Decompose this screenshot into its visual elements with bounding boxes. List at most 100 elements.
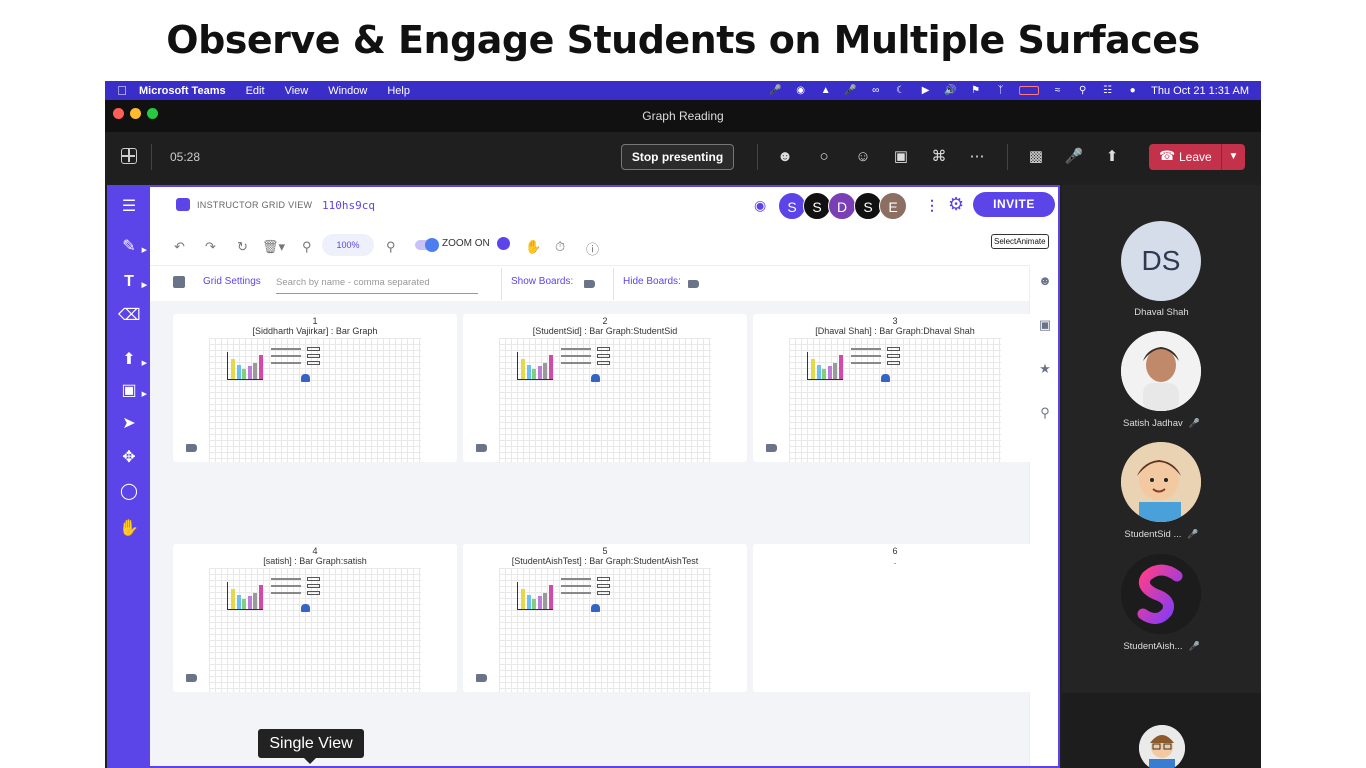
rooms-icon[interactable]: ▣ <box>891 147 911 167</box>
eraser-icon[interactable]: ⌫ <box>118 305 141 327</box>
avatar[interactable]: DS <box>1121 221 1201 301</box>
chevron-down-icon[interactable]: ▼ <box>1221 144 1245 170</box>
board-card[interactable]: 2 [StudentSid] : Bar Graph:StudentSid <box>463 314 747 462</box>
raise-hand-icon[interactable]: ✋ <box>525 239 541 255</box>
mic-muted-icon[interactable]: 🎤 <box>844 85 857 96</box>
grid-settings-icon[interactable] <box>173 276 185 288</box>
zoom-toggle[interactable] <box>415 238 439 252</box>
more-options-icon[interactable]: ⋯ <box>967 147 987 167</box>
shapes-icon[interactable]: ▣ <box>1037 317 1053 333</box>
layout-grid-icon[interactable] <box>121 148 137 164</box>
people-icon[interactable]: ☻ <box>775 147 795 167</box>
refresh-icon[interactable]: ↻ <box>237 239 248 255</box>
moon-icon[interactable]: ☾ <box>894 85 907 96</box>
menu-window[interactable]: Window <box>328 85 367 97</box>
board-card[interactable]: 4 [satish] : Bar Graph:satish <box>173 544 457 692</box>
avatar[interactable] <box>1139 725 1185 768</box>
board-tag-icon[interactable] <box>476 674 487 682</box>
text-tool-icon[interactable]: T ▶ <box>118 271 147 293</box>
hand-icon[interactable]: ✋ <box>118 518 140 540</box>
location-pin-icon[interactable]: ◉ <box>754 197 768 213</box>
wifi-icon[interactable]: ≈ <box>1051 85 1064 96</box>
record-icon[interactable]: ◉ <box>794 85 807 96</box>
apple-icon[interactable]:  <box>105 83 139 98</box>
hamburger-menu-icon[interactable]: ☰ <box>118 196 140 218</box>
menu-view[interactable]: View <box>285 85 309 97</box>
board-card[interactable]: 6. <box>753 544 1037 692</box>
stopwatch-icon[interactable]: ⏱ <box>555 239 565 255</box>
camera-off-icon[interactable]: ▩ <box>1026 147 1046 167</box>
board-worksheet-thumbnail[interactable] <box>499 338 711 462</box>
menu-help[interactable]: Help <box>387 85 410 97</box>
avatar[interactable]: S <box>854 192 882 220</box>
avatar[interactable]: S <box>803 192 831 220</box>
board-card[interactable]: 3 [Dhaval Shah] : Bar Graph:Dhaval Shah <box>753 314 1037 462</box>
toolbox-icon[interactable]: ▣ ▶ <box>118 380 147 402</box>
leave-button[interactable]: ☎ Leave ▼ <box>1149 144 1245 170</box>
spotlight-search-icon[interactable]: ⚲ <box>1076 85 1089 96</box>
gear-icon[interactable]: ⚙ <box>948 194 964 215</box>
move-icon[interactable]: ✥ <box>118 447 140 469</box>
board-worksheet-thumbnail[interactable] <box>209 568 421 692</box>
menu-app-name[interactable]: Microsoft Teams <box>139 85 226 97</box>
avatar[interactable] <box>1121 331 1201 411</box>
stop-presenting-button[interactable]: Stop presenting <box>621 144 734 170</box>
board-tag-icon[interactable] <box>476 444 487 452</box>
share-screen-icon[interactable]: ⬆ <box>1102 147 1122 167</box>
avatar[interactable]: D <box>828 192 856 220</box>
user-settings-icon[interactable]: ☻ <box>1037 273 1053 289</box>
help-icon[interactable]: ⓘ <box>586 239 599 258</box>
flag-icon[interactable]: ⚑ <box>969 85 982 96</box>
mic-off-icon[interactable]: 🎤 <box>1064 147 1084 167</box>
board-tag-icon[interactable] <box>766 444 777 452</box>
zoom-in-icon[interactable]: ⚲ <box>386 239 396 255</box>
kebab-menu-icon[interactable]: ⋮ <box>925 197 939 214</box>
menu-clock[interactable]: Thu Oct 21 1:31 AM <box>1151 85 1249 97</box>
board-tag-icon[interactable] <box>186 674 197 682</box>
hide-boards-tag-icon[interactable] <box>688 280 699 288</box>
pointer-icon[interactable]: ➤ <box>118 413 140 435</box>
siri-icon[interactable]: ● <box>1126 85 1139 96</box>
delete-icon[interactable]: 🗑▾ <box>262 239 285 255</box>
invite-button[interactable]: INVITE <box>973 192 1055 217</box>
battery-icon[interactable] <box>1019 86 1040 95</box>
zoom-out-icon[interactable]: ⚲ <box>302 239 312 255</box>
menu-edit[interactable]: Edit <box>246 85 265 97</box>
thumbnail-line <box>561 362 591 364</box>
bluetooth-icon[interactable]: ᛉ <box>994 85 1007 96</box>
app-store-icon[interactable]: ▲ <box>819 85 832 96</box>
avatar[interactable]: S <box>778 192 806 220</box>
pen-icon[interactable]: ✎ ▶ <box>118 236 147 258</box>
lasso-icon[interactable]: ◯ <box>118 481 140 503</box>
avatar[interactable] <box>1121 442 1201 522</box>
board-worksheet-thumbnail[interactable] <box>499 568 711 692</box>
select-animate-button[interactable]: SelectAnimate <box>991 234 1049 249</box>
board-worksheet-thumbnail[interactable] <box>789 338 1001 462</box>
zoom-level[interactable]: 100% <box>322 234 374 256</box>
board-card[interactable]: 5 [StudentAishTest] : Bar Graph:StudentAi… <box>463 544 747 692</box>
board-tag-icon[interactable] <box>186 444 197 452</box>
apps-icon[interactable]: ⌘ <box>929 147 949 167</box>
control-center-icon[interactable]: ☷ <box>1101 85 1114 96</box>
link-icon[interactable]: ∞ <box>869 85 882 96</box>
star-icon[interactable]: ★ <box>1037 361 1053 377</box>
play-icon[interactable]: ▶ <box>919 85 932 96</box>
chat-icon[interactable]: ○ <box>814 147 834 167</box>
search-input[interactable] <box>276 270 478 294</box>
microphone-icon[interactable]: 🎤 <box>769 85 782 96</box>
thumbnail-answer-box <box>307 347 320 351</box>
redo-icon[interactable]: ↷ <box>205 239 216 255</box>
avatar[interactable] <box>1121 554 1201 634</box>
color-picker[interactable] <box>497 237 510 250</box>
board-worksheet-thumbnail[interactable] <box>209 338 421 462</box>
board-card[interactable]: 1 [Siddharth Vajirkar] : Bar Graph <box>173 314 457 462</box>
upload-icon[interactable]: ⬆ ▶ <box>118 349 147 371</box>
search-icon[interactable]: ⚲ <box>1037 405 1053 421</box>
undo-icon[interactable]: ↶ <box>174 239 185 255</box>
grid-settings-link[interactable]: Grid Settings <box>203 276 261 287</box>
room-code[interactable]: 110hs9cq <box>322 199 375 212</box>
avatar[interactable]: E <box>879 192 907 220</box>
show-boards-tag-icon[interactable] <box>584 280 595 288</box>
reactions-icon[interactable]: ☺ <box>853 147 873 167</box>
volume-icon[interactable]: 🔊 <box>944 85 957 96</box>
